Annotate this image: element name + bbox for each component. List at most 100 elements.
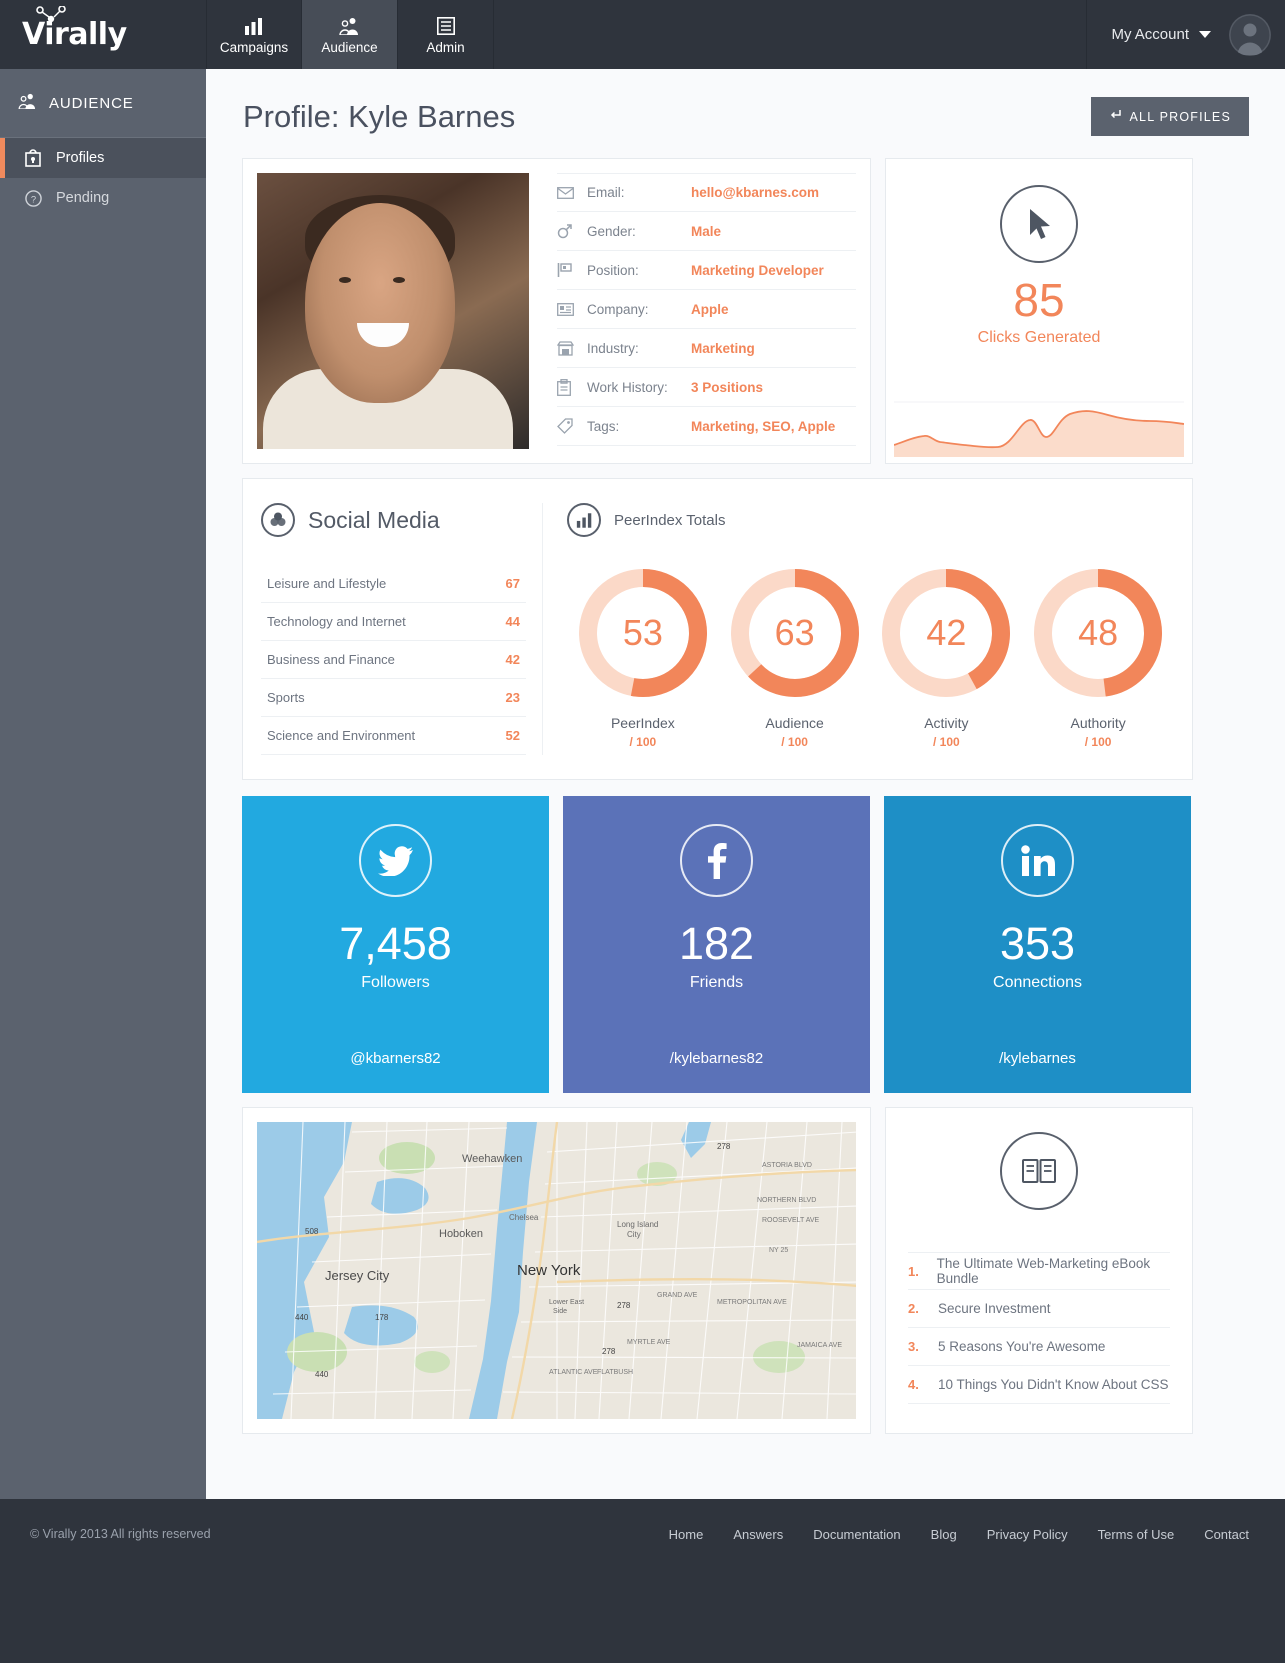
info-label-tags: Tags: <box>587 418 620 434</box>
map-label: 508 <box>305 1227 319 1236</box>
copyright: © Virally 2013 All rights reserved <box>30 1527 211 1541</box>
profile-info-list: Email: hello@kbarnes.com Gender: Male Po… <box>529 173 856 449</box>
donut-activity: 42 Activity / 100 <box>871 565 1021 749</box>
brand-name: Virally <box>22 17 127 52</box>
info-value-email[interactable]: hello@kbarnes.com <box>691 185 819 200</box>
map-label: 278 <box>717 1142 731 1151</box>
tile-handle[interactable]: /kylebarnes82 <box>670 1050 763 1067</box>
sidebar-item-profiles[interactable]: Profiles <box>0 138 206 178</box>
peerindex-title: PeerIndex Totals <box>567 503 1174 537</box>
tab-audience[interactable]: Audience <box>302 0 398 69</box>
map-label: City <box>627 1230 641 1239</box>
book-icon <box>1000 1132 1078 1210</box>
top-navigation-bar: Virally Campaigns Audience Admin My Acco… <box>0 0 1285 69</box>
social-item-sports: Sports 23 <box>261 679 526 717</box>
donut-sub: / 100 <box>1084 735 1112 749</box>
svg-text:?: ? <box>30 194 35 205</box>
map-label: GRAND AVE <box>657 1292 698 1299</box>
info-value-company: Apple <box>691 301 729 317</box>
ebook-label: 10 Things You Didn't Know About CSS <box>938 1377 1169 1392</box>
map-label: NORTHERN BLVD <box>757 1197 816 1204</box>
main-content: Profile: Kyle Barnes ALL PROFILES Email:… <box>206 69 1285 1499</box>
info-value-work-history[interactable]: 3 Positions <box>691 380 763 395</box>
info-value-tags[interactable]: Marketing, SEO, Apple <box>691 419 835 434</box>
social-item-business: Business and Finance 42 <box>261 641 526 679</box>
footer-link-documentation[interactable]: Documentation <box>813 1527 900 1542</box>
tile-value: 353 <box>999 918 1076 969</box>
tile-sub: Followers <box>361 974 430 991</box>
donut-label: Audience <box>765 715 824 731</box>
ebook-item-1[interactable]: 1. The Ultimate Web-Marketing eBook Bund… <box>908 1252 1170 1290</box>
donut-sub: / 100 <box>933 735 960 749</box>
social-item-value: 52 <box>505 728 520 743</box>
info-value-gender: Male <box>691 223 722 239</box>
peerindex-donuts: 53 PeerIndex / 100 63 Audience / 100 42 … <box>567 565 1174 749</box>
map-label: 440 <box>295 1313 309 1322</box>
photo-face <box>305 203 455 403</box>
donut-chart: 42 <box>878 565 1014 701</box>
footer-link-blog[interactable]: Blog <box>931 1527 957 1542</box>
donut-peerindex: 53 PeerIndex / 100 <box>568 565 718 749</box>
ebook-item-2[interactable]: 2. Secure Investment <box>908 1290 1170 1328</box>
social-item-value: 44 <box>505 614 520 629</box>
avatar <box>1229 13 1271 56</box>
user-icon <box>1229 13 1271 56</box>
tile-handle[interactable]: @kbarners82 <box>350 1050 440 1067</box>
social-item-label: Sports <box>267 690 305 705</box>
social-item-value: 23 <box>505 690 520 705</box>
footer-link-contact[interactable]: Contact <box>1204 1527 1249 1542</box>
clipboard-icon <box>557 378 587 396</box>
info-value-industry: Marketing <box>691 340 755 356</box>
cursor-icon <box>1000 185 1078 263</box>
sidebar-item-pending[interactable]: ? Pending <box>0 178 206 218</box>
male-icon <box>557 223 587 239</box>
network-nodes-icon <box>36 6 66 22</box>
donut-chart: 48 <box>1030 565 1166 701</box>
donut-value: 48 <box>1078 612 1119 653</box>
bar-chart-icon <box>244 15 264 35</box>
photo-eye-right <box>393 277 405 283</box>
ebook-number: 3. <box>908 1339 919 1354</box>
social-item-science: Science and Environment 52 <box>261 717 526 755</box>
footer-link-home[interactable]: Home <box>669 1527 704 1542</box>
tile-twitter[interactable]: 7,458 Followers @kbarners82 <box>242 796 549 1093</box>
map-label: ROOSEVELT AVE <box>762 1217 820 1224</box>
map-label: 278 <box>617 1301 631 1310</box>
ebook-number: 4. <box>908 1377 919 1392</box>
footer-link-answers[interactable]: Answers <box>733 1527 783 1542</box>
tile-linkedin[interactable]: 353 Connections /kylebarnes <box>884 796 1191 1093</box>
map-label: NY 25 <box>769 1247 788 1254</box>
info-label-gender: Gender: <box>587 223 636 239</box>
peerindex-panel: PeerIndex Totals 53 PeerIndex / 100 63 A… <box>543 503 1192 755</box>
map[interactable]: Weehawken Hoboken Jersey City New York Chels… <box>257 1122 856 1419</box>
account-label: My Account <box>1111 26 1189 43</box>
ebook-number: 1. <box>908 1263 919 1279</box>
tab-campaigns[interactable]: Campaigns <box>206 0 302 69</box>
tile-sub: Friends <box>689 974 744 991</box>
ebook-item-3[interactable]: 3. 5 Reasons You're Awesome <box>908 1328 1170 1366</box>
tab-admin[interactable]: Admin <box>398 0 494 69</box>
map-label: JAMAICA AVE <box>797 1342 842 1349</box>
social-item-label: Leisure and Lifestyle <box>267 576 387 591</box>
footer-link-terms-of-use[interactable]: Terms of Use <box>1098 1527 1175 1542</box>
avatar-wrap[interactable] <box>1229 0 1285 69</box>
all-profiles-button[interactable]: ALL PROFILES <box>1090 97 1249 136</box>
info-row-industry: Industry: Marketing <box>557 329 856 368</box>
brand-logo[interactable]: Virally <box>0 0 206 69</box>
list-icon <box>436 15 455 35</box>
ebook-label: The Ultimate Web-Marketing eBook Bundle <box>936 1256 1151 1286</box>
tile-handle[interactable]: /kylebarnes <box>999 1050 1076 1067</box>
donut-label: Activity <box>924 715 969 731</box>
all-profiles-label: ALL PROFILES <box>1129 109 1231 124</box>
social-tiles-row: 7,458 Followers @kbarners82 182 Friends … <box>206 796 1285 1093</box>
account-menu[interactable]: My Account <box>1086 0 1229 69</box>
bar-chart-icon <box>567 503 601 537</box>
ebook-item-4[interactable]: 4. 10 Things You Didn't Know About CSS <box>908 1366 1170 1404</box>
tile-value: 7,458 <box>339 918 452 969</box>
profile-icon <box>24 149 42 167</box>
info-row-position: Position: Marketing Developer <box>557 251 856 290</box>
tile-facebook[interactable]: 182 Friends /kylebarnes82 <box>563 796 870 1093</box>
info-row-tags: Tags: Marketing, SEO, Apple <box>557 407 856 446</box>
footer-link-privacy-policy[interactable]: Privacy Policy <box>987 1527 1068 1542</box>
map-label: Chelsea <box>509 1213 539 1222</box>
